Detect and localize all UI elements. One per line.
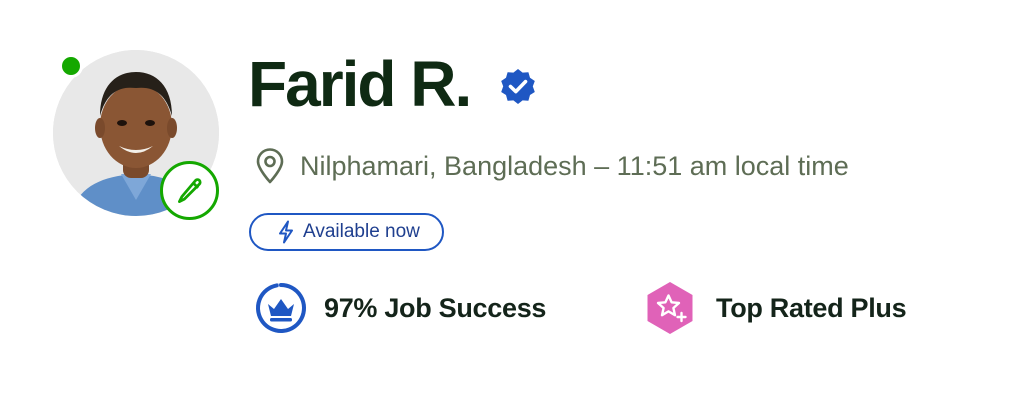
top-rated-plus-stat[interactable]: Top Rated Plus [643,280,907,336]
lightning-bolt-icon [279,220,293,244]
name-row: Farid R. [248,44,538,124]
top-rated-plus-star-icon [647,282,693,334]
verified-badge-icon [501,69,536,104]
pencil-icon [177,177,202,203]
online-status-dot [59,54,83,78]
location-text: Nilphamari, Bangladesh – 11:51 am local … [300,150,849,181]
location-pin-icon [256,148,284,184]
job-success-stat[interactable]: 97% Job Success [254,280,546,336]
profile-avatar-area [53,50,219,220]
availability-badge[interactable]: Available now [249,213,444,251]
edit-avatar-button[interactable] [160,161,219,220]
location-row: Nilphamari, Bangladesh – 11:51 am local … [254,146,849,186]
profile-name: Farid R. [248,48,472,120]
availability-label: Available now [303,221,420,242]
crown-icon [256,283,306,333]
job-success-label: 97% Job Success [324,292,547,323]
top-rated-plus-label: Top Rated Plus [716,292,907,323]
